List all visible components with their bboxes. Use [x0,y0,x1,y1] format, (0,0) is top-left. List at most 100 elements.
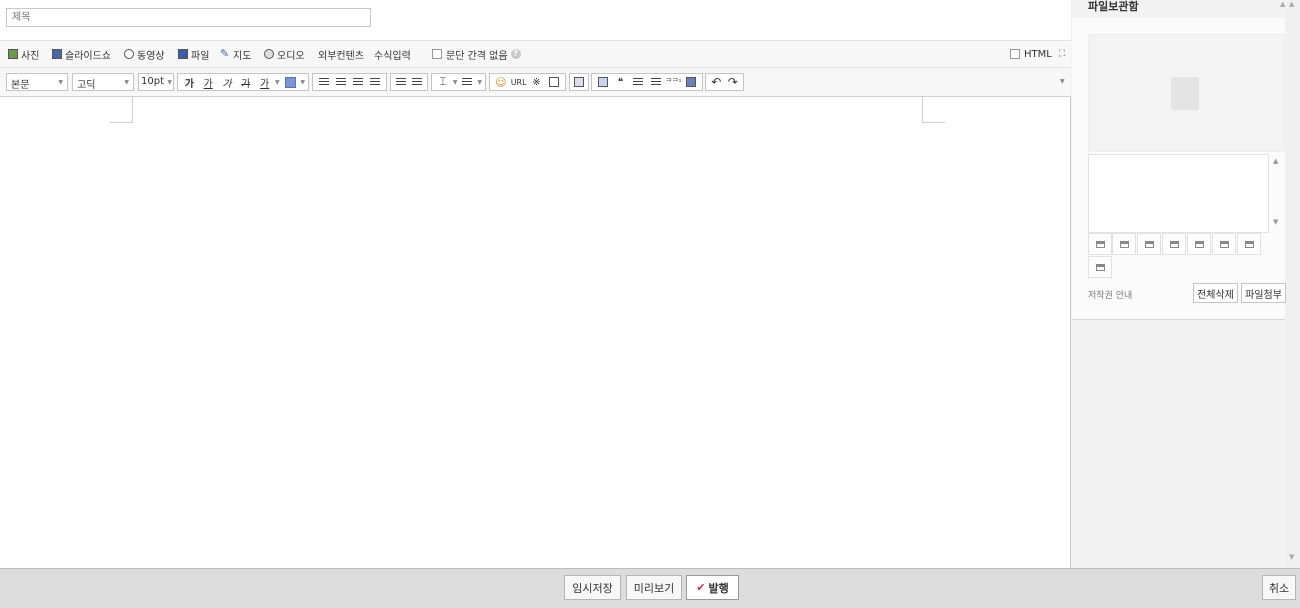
no-paragraph-spacing-label: 문단 간격 없음 [446,50,508,62]
paragraph-style-value: 본문 [11,80,30,91]
emoticon-icon[interactable]: ☺ [493,74,509,90]
superscript-button[interactable]: ᄏᄏ¹ [666,74,682,90]
map-pin-icon: ✎ [220,47,230,60]
place-two-column-button[interactable] [1187,233,1211,255]
collapse-icon[interactable]: ▲ [1280,0,1285,8]
play-icon [124,49,134,59]
html-mode-option[interactable]: HTML [1010,47,1052,61]
indent-button[interactable] [394,74,408,90]
place-three-column-button[interactable] [1212,233,1236,255]
more-button[interactable] [648,74,664,90]
place-full-button[interactable] [1237,233,1261,255]
quote-button[interactable]: ❝ [613,74,629,90]
title-bar [0,0,1071,41]
help-icon[interactable]: ? [510,49,521,59]
attach-file-button[interactable]: 파일첨부 [1241,283,1286,303]
chevron-down-icon[interactable]: ▼ [477,79,482,86]
chevron-down-icon[interactable]: ▼ [275,79,280,86]
html-mode-checkbox[interactable] [1010,49,1020,59]
underline-button[interactable]: 가 [200,74,217,90]
copyright-link[interactable]: 저작권 안내 [1088,288,1132,301]
chevron-down-icon: ▼ [167,79,172,86]
place-sound-button[interactable] [1088,256,1112,278]
scroll-down-icon[interactable]: ▼ [1289,553,1294,561]
place-left-button[interactable] [1088,233,1112,255]
title-input[interactable] [6,8,371,27]
text-box-icon [597,77,608,87]
file-list-scrollbar[interactable]: ▲ ▼ [1269,154,1285,233]
special-char-button[interactable]: ※ [529,74,545,90]
scroll-down-icon[interactable]: ▼ [1273,218,1278,226]
table-button[interactable] [546,74,562,90]
floppy-icon [178,49,188,59]
cancel-button[interactable]: 취소 [1262,575,1296,600]
wrap-icon [1169,240,1179,248]
scroll-up-icon[interactable]: ▲ [1289,0,1294,8]
layout-group [569,73,589,91]
content-editable-area[interactable] [0,97,1070,567]
line-height-icon[interactable]: ⌶ [435,74,451,90]
align-justify-button[interactable] [368,74,383,90]
insert-video-button[interactable]: 동영상 [124,47,165,62]
font-family-select[interactable]: 고딕 ▼ [72,73,134,91]
insert-audio-label: 오디오 [277,50,305,62]
insert-photo-button[interactable]: 사진 [8,47,39,62]
file-preview [1088,34,1285,152]
italic-button[interactable]: 가 [219,74,236,90]
insert-audio-button[interactable]: 오디오 [264,47,305,62]
highlight-icon [284,76,296,88]
outdent-button[interactable] [410,74,424,90]
align-left-button[interactable] [316,74,331,90]
place-wrap-button[interactable] [1162,233,1186,255]
insert-toolbar: 사진 슬라이드쇼 동영상 파일 ✎ 지도 오디오 외부컨텐츠 수식입력 문단 간… [0,41,1071,68]
align-center-button[interactable] [333,74,348,90]
divider-button[interactable] [630,74,646,90]
insert-file-button[interactable]: 파일 [178,47,210,62]
insert-slideshow-button[interactable]: 슬라이드쇼 [52,47,111,62]
html-mode-label: HTML [1024,48,1052,60]
align-justify-icon [370,77,381,87]
no-paragraph-spacing-checkbox[interactable] [432,49,442,59]
bold-button[interactable]: 가 [181,74,198,90]
place-right-button[interactable] [1137,233,1161,255]
text-box-button[interactable] [595,74,611,90]
align-right-button[interactable] [351,74,366,90]
fullscreen-icon[interactable]: ⛶ [1059,47,1065,61]
clipboard-icon [686,77,697,87]
scroll-up-icon[interactable]: ▲ [1273,157,1278,165]
publish-button[interactable]: ✔ 발행 [686,575,739,600]
align-center-icon [335,77,346,87]
insert-external-content-button[interactable]: 외부컨텐츠 [318,47,364,62]
font-size-select[interactable]: 10pt ▼ [138,73,174,91]
undo-icon[interactable]: ↶ [709,74,724,90]
insert-map-button[interactable]: ✎ 지도 [220,47,251,62]
check-icon: ✔ [696,581,706,594]
delete-all-button[interactable]: 전체삭제 [1193,283,1238,303]
layout-button[interactable] [573,74,585,90]
redo-icon[interactable]: ↷ [726,74,741,90]
text-color-button[interactable]: 가 [256,74,273,90]
clipboard-button[interactable] [683,74,699,90]
block-group: ❝ ᄏᄏ¹ [591,73,703,91]
save-draft-button[interactable]: 임시저장 [564,575,621,600]
place-center-button[interactable] [1112,233,1136,255]
paragraph-style-select[interactable]: 본문 ▼ [6,73,68,91]
list-button[interactable] [460,74,476,90]
font-size-value: 10pt [141,76,164,87]
file-list[interactable] [1088,154,1269,233]
toolbar-expand-icon[interactable]: ▼ [1060,78,1065,85]
highlight-color-button[interactable] [282,74,299,90]
spacing-list-group: ⌶ ▼ ▼ [431,73,486,91]
table-icon [549,77,560,87]
chevron-down-icon[interactable]: ▼ [453,79,458,86]
align-center-icon [1119,240,1129,248]
chevron-down-icon[interactable]: ▼ [300,79,305,86]
page-scrollbar[interactable]: ▲ ▼ [1286,0,1300,568]
url-button[interactable]: URL [511,74,527,90]
strikethrough-button[interactable]: 가 [237,74,254,90]
no-paragraph-spacing-option[interactable]: 문단 간격 없음 ? [432,47,521,62]
preview-button[interactable]: 미리보기 [626,575,682,600]
insert-formula-button[interactable]: 수식입력 [374,47,411,62]
chevron-down-icon: ▼ [124,79,129,86]
insert-file-label: 파일 [191,50,210,62]
